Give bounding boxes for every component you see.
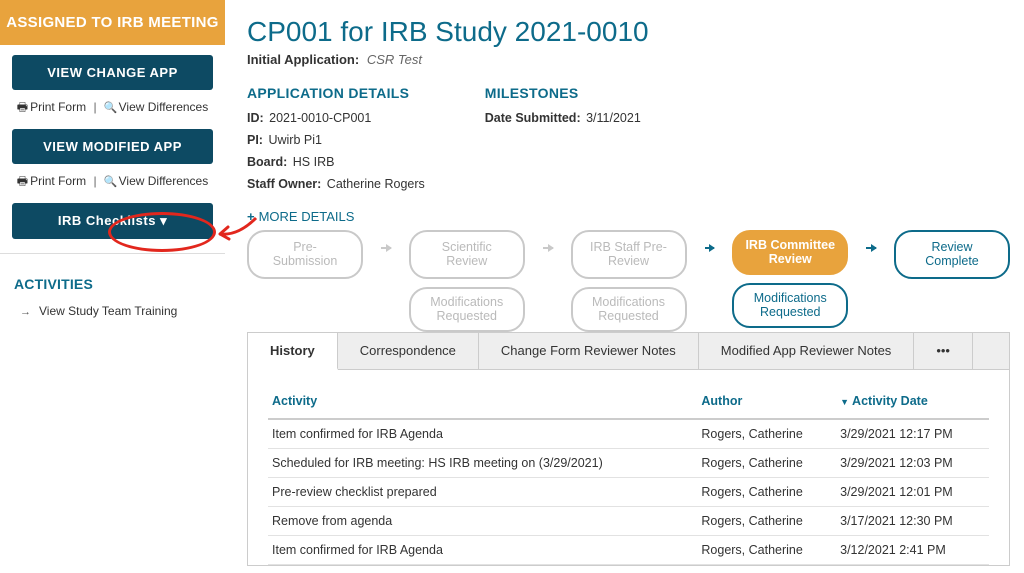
table-row: Scheduled for IRB meeting: HS IRB meetin… [268,449,989,478]
arrow-icon [381,247,391,249]
tab-overflow[interactable]: ••• [914,333,973,369]
stage-committee-review: IRB Committee Review [732,230,848,275]
history-table: Activity Author Activity Date Item confi… [268,388,989,565]
view-diff-link-2[interactable]: View Differences [104,174,208,188]
search-icon [104,174,119,188]
page-subtitle: Initial Application: CSR Test [247,52,1010,67]
table-row: Remove from agendaRogers, Catherine3/17/… [268,507,989,536]
view-diff-link-1[interactable]: View Differences [104,100,208,114]
chevron-down-icon: ▾ [156,213,167,228]
cell-author: Rogers, Catherine [697,419,836,449]
modified-app-sublinks: Print Form | View Differences [12,172,213,193]
irb-checklists-button[interactable]: IRB Checklists ▾ [12,203,213,239]
stage-pre-submission: Pre-Submission [247,230,363,279]
cell-date: 3/29/2021 12:03 PM [836,449,989,478]
separator: | [93,100,96,114]
milestones-heading: MILESTONES [485,85,641,101]
arrow-icon [543,247,553,249]
stage-mods-requested-1: Modifications Requested [409,287,525,332]
change-app-sublinks: Print Form | View Differences [12,98,213,119]
activities-heading: ACTIVITIES [0,254,225,300]
col-author[interactable]: Author [697,388,836,419]
activity-view-study-team-training[interactable]: View Study Team Training [0,300,225,322]
print-icon [17,174,30,188]
milestones: MILESTONES Date Submitted: 3/11/2021 [485,85,641,199]
stage-scientific-review: Scientific Review [409,230,525,279]
col-activity-date[interactable]: Activity Date [836,388,989,419]
workflow-diagram: Pre-Submission Scientific Review Modific… [247,230,1010,322]
print-form-link-2[interactable]: Print Form [17,174,86,188]
cell-author: Rogers, Catherine [697,507,836,536]
print-form-link-1[interactable]: Print Form [17,100,86,114]
col-activity[interactable]: Activity [268,388,697,419]
view-modified-app-button[interactable]: VIEW MODIFIED APP [12,129,213,164]
app-details-heading: APPLICATION DETAILS [247,85,425,101]
cell-date: 3/29/2021 12:01 PM [836,478,989,507]
table-row: Pre-review checklist preparedRogers, Cat… [268,478,989,507]
search-icon [104,100,119,114]
status-banner: ASSIGNED TO IRB MEETING [0,0,225,45]
cell-author: Rogers, Catherine [697,449,836,478]
stage-review-complete: Review Complete [894,230,1010,279]
cell-activity: Item confirmed for IRB Agenda [268,536,697,565]
cell-date: 3/29/2021 12:17 PM [836,419,989,449]
separator: | [93,174,96,188]
arrow-icon [705,247,715,249]
table-row: Item confirmed for IRB AgendaRogers, Cat… [268,536,989,565]
tab-history[interactable]: History [248,333,338,370]
application-details: APPLICATION DETAILS ID: 2021-0010-CP001 … [247,85,425,199]
arrow-icon [866,247,876,249]
cell-date: 3/12/2021 2:41 PM [836,536,989,565]
cell-activity: Remove from agenda [268,507,697,536]
tab-correspondence[interactable]: Correspondence [338,333,479,369]
tab-modified-app-notes[interactable]: Modified App Reviewer Notes [699,333,915,369]
main-content: CP001 for IRB Study 2021-0010 Initial Ap… [225,0,1024,573]
cell-author: Rogers, Catherine [697,536,836,565]
table-row: Item confirmed for IRB AgendaRogers, Cat… [268,419,989,449]
cell-activity: Pre-review checklist prepared [268,478,697,507]
cell-date: 3/17/2021 12:30 PM [836,507,989,536]
sidebar: ASSIGNED TO IRB MEETING VIEW CHANGE APP … [0,0,225,573]
cell-author: Rogers, Catherine [697,478,836,507]
print-icon [17,100,30,114]
stage-staff-pre-review: IRB Staff Pre-Review [571,230,687,279]
tab-panel-history: Activity Author Activity Date Item confi… [247,369,1010,566]
more-details-toggle[interactable]: + MORE DETAILS [247,209,1010,224]
view-change-app-button[interactable]: VIEW CHANGE APP [12,55,213,90]
tab-change-form-notes[interactable]: Change Form Reviewer Notes [479,333,699,369]
page-title: CP001 for IRB Study 2021-0010 [247,16,1010,48]
tabs: History Correspondence Change Form Revie… [247,332,1010,566]
cell-activity: Scheduled for IRB meeting: HS IRB meetin… [268,449,697,478]
plus-icon: + [247,209,255,224]
stage-mods-requested-3: Modifications Requested [732,283,848,328]
cell-activity: Item confirmed for IRB Agenda [268,419,697,449]
stage-mods-requested-2: Modifications Requested [571,287,687,332]
